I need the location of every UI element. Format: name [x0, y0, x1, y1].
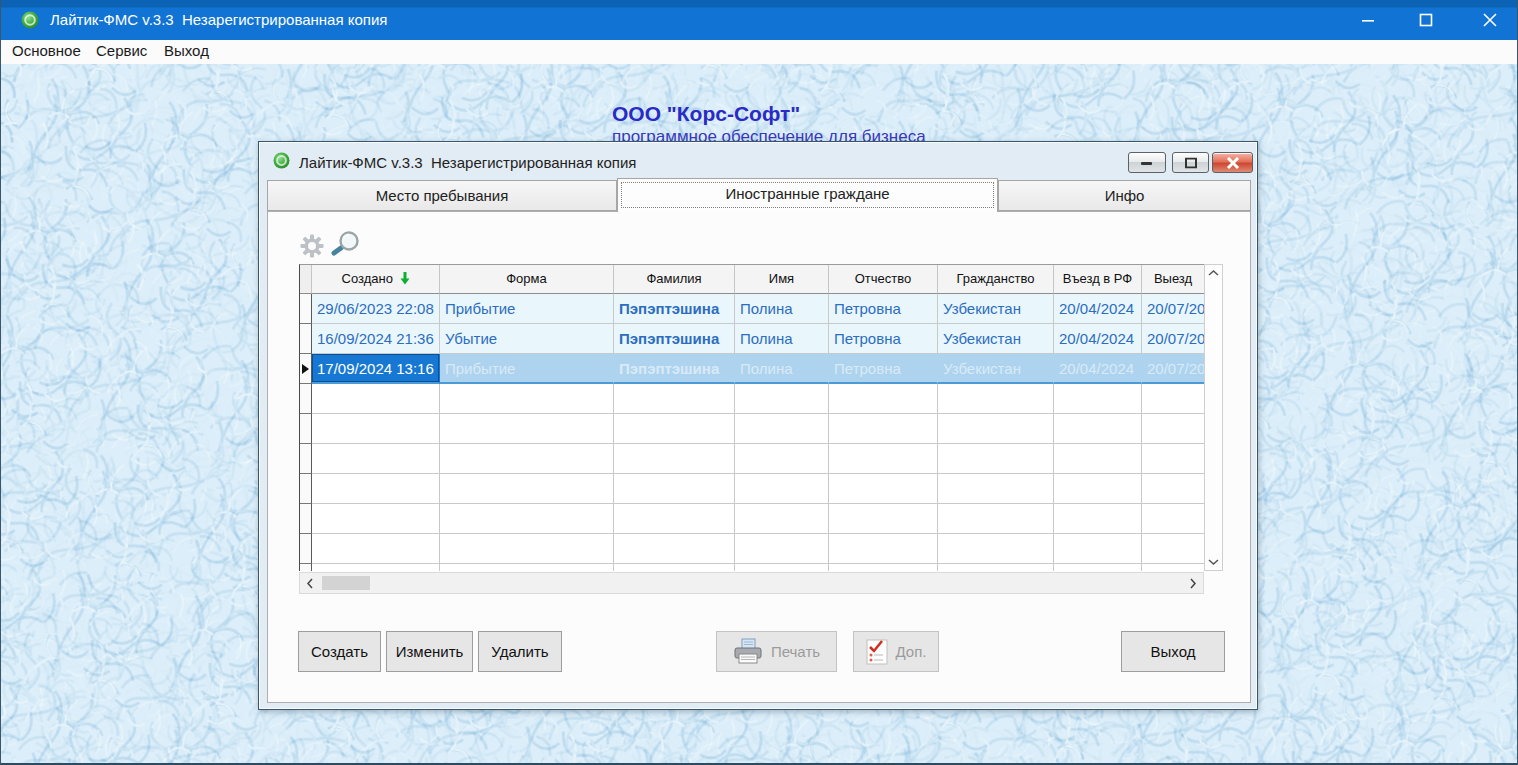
- dialog-minimize-icon[interactable]: [1128, 152, 1166, 173]
- main-titlebar: Лайтик-ФМС v.3.3 Незарегистрированная ко…: [0, 0, 1518, 40]
- empty-row: [300, 384, 1204, 414]
- printer-icon: [733, 638, 763, 665]
- tab-inostrannye-grazhdane[interactable]: Иностранные граждане: [617, 178, 998, 212]
- empty-row: [300, 534, 1204, 564]
- dialog-close-icon[interactable]: [1212, 152, 1253, 173]
- tab-info[interactable]: Инфо: [998, 180, 1251, 211]
- empty-row: [300, 414, 1204, 444]
- col-header-vezd[interactable]: Въезд в РФ: [1054, 265, 1142, 294]
- col-header-sozdano[interactable]: Создано: [312, 265, 440, 294]
- dialog-title: Лайтик-ФМС v.3.3 Незарегистрированная ко…: [299, 154, 636, 171]
- dialog-window: Лайтик-ФМС v.3.3 Незарегистрированная ко…: [258, 141, 1258, 710]
- col-header-imya[interactable]: Имя: [735, 265, 829, 294]
- col-header-vyezd[interactable]: Выезд: [1142, 265, 1204, 294]
- gear-icon[interactable]: [300, 234, 324, 258]
- records-table: Создано Форма Фамилия Имя Отчество Гражд…: [299, 264, 1204, 571]
- dialog-maximize-icon[interactable]: [1172, 152, 1209, 173]
- current-row-indicator: [302, 364, 309, 374]
- empty-row: [300, 504, 1204, 534]
- col-header-forma[interactable]: Форма: [440, 265, 614, 294]
- scroll-up-icon[interactable]: [1207, 269, 1220, 277]
- table-row[interactable]: 29/06/2023 22:08 Прибытие Пэпэптэшина По…: [300, 294, 1204, 324]
- main-window-title: Лайтик-ФМС v.3.3 Незарегистрированная ко…: [50, 11, 387, 28]
- delete-button[interactable]: Удалить: [478, 631, 562, 672]
- create-button[interactable]: Создать: [298, 631, 381, 672]
- horizontal-scrollbar[interactable]: [299, 572, 1204, 594]
- scrollbar-thumb[interactable]: [322, 576, 370, 590]
- edit-button[interactable]: Изменить: [386, 631, 473, 672]
- dialog-app-icon: [273, 152, 290, 169]
- header-gutter: [300, 265, 312, 294]
- menu-osnovnoe[interactable]: Основное: [12, 42, 81, 59]
- tab-panel: Создано Форма Фамилия Имя Отчество Гражд…: [267, 211, 1251, 703]
- menubar: Основное Сервис Выход: [0, 40, 1518, 64]
- scroll-right-icon[interactable]: [1189, 577, 1197, 590]
- scroll-down-icon[interactable]: [1207, 558, 1220, 566]
- menu-vyhod[interactable]: Выход: [164, 42, 209, 59]
- col-header-familiya[interactable]: Фамилия: [614, 265, 735, 294]
- app-icon: [21, 11, 39, 29]
- table-header-row: Создано Форма Фамилия Имя Отчество Гражд…: [300, 265, 1204, 294]
- print-button[interactable]: Печать: [716, 631, 837, 672]
- empty-row: [300, 564, 1204, 571]
- maximize-icon[interactable]: [1403, 0, 1449, 40]
- magnifier-icon[interactable]: [330, 229, 362, 259]
- checklist-icon: [866, 639, 888, 665]
- tab-mesto-prebyvaniya[interactable]: Место пребывания: [267, 180, 617, 211]
- empty-row: [300, 474, 1204, 504]
- exit-button[interactable]: Выход: [1121, 631, 1225, 672]
- close-icon[interactable]: [1467, 0, 1513, 40]
- table-row-selected[interactable]: 17/09/2024 13:16 Прибытие Пэпэптэшина По…: [300, 354, 1204, 384]
- sort-down-icon: [400, 272, 410, 285]
- empty-row: [300, 444, 1204, 474]
- scroll-left-icon[interactable]: [306, 577, 314, 590]
- vertical-scrollbar[interactable]: [1204, 264, 1223, 571]
- col-header-otchestvo[interactable]: Отчество: [829, 265, 938, 294]
- focused-cell[interactable]: 17/09/2024 13:16: [312, 354, 440, 384]
- table-row[interactable]: 16/09/2024 21:36 Убытие Пэпэптэшина Поли…: [300, 324, 1204, 354]
- menu-servis[interactable]: Сервис: [96, 42, 147, 59]
- minimize-icon[interactable]: [1345, 0, 1391, 40]
- col-header-grazhdanstvo[interactable]: Гражданство: [938, 265, 1054, 294]
- brand-title: ООО "Корс-Софт": [612, 102, 800, 126]
- extra-button[interactable]: Доп.: [853, 631, 939, 672]
